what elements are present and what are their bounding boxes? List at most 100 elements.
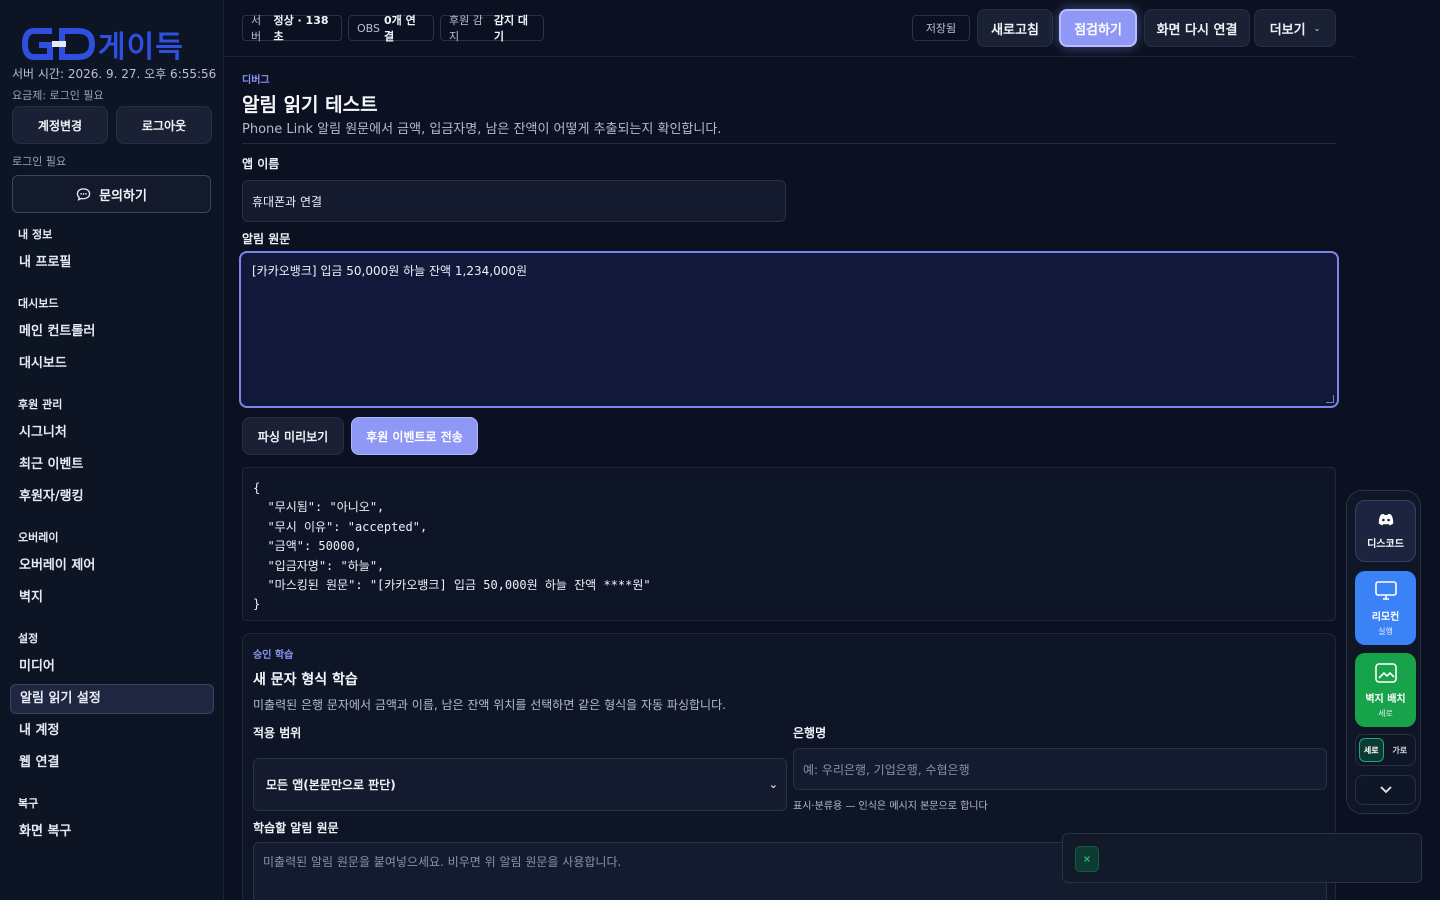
raw-learn-placeholder: 미출력된 알림 원문을 붙여넣으세요. 비우면 위 알림 원문을 사용합니다. xyxy=(263,855,622,869)
inspect-button[interactable]: 점검하기 xyxy=(1059,9,1137,47)
sidebar-item[interactable]: 대시보드 xyxy=(10,349,214,379)
divider xyxy=(242,143,1336,144)
quick-dock: 디스코드 리모컨 실행 벽지 배치 세로 세로 가로 xyxy=(1346,490,1421,814)
app-name-input[interactable]: 휴대폰과 연결 xyxy=(242,180,786,222)
send-donation-event-button[interactable]: 후원 이벤트로 전송 xyxy=(351,417,478,455)
dock-collapse-button[interactable] xyxy=(1355,775,1416,805)
sidebar-item[interactable]: 메인 컨트롤러 xyxy=(10,317,214,347)
parse-result-json: { "무시됨": "아니오", "무시 이유": "accepted", "금액… xyxy=(242,467,1336,621)
sidebar-item[interactable]: 후원자/랭킹 xyxy=(10,482,214,512)
obs-status-value: 0개 연결 xyxy=(384,14,416,43)
discord-button[interactable]: 디스코드 xyxy=(1355,500,1416,562)
sidebar: 게이득 서버 시간: 2026. 9. 27. 오후 6:55:56 요금제: … xyxy=(0,0,224,900)
resize-handle-icon[interactable] xyxy=(1326,395,1334,403)
donation-status-value: 감지 대기 xyxy=(493,14,529,43)
account-actions: 계정변경 로그아웃 xyxy=(12,106,212,144)
monitor-icon xyxy=(1374,580,1397,600)
refresh-button[interactable]: 새로고침 xyxy=(977,9,1053,47)
nav-section-title: 오버레이 xyxy=(18,531,59,544)
wallpaper-layout-label: 벽지 배치 xyxy=(1365,693,1406,705)
sidebar-nav: 내 정보 내 프로필 대시보드 메인 컨트롤러 대시보드 후원 관리 시그니처 최근 이벤트 후… xyxy=(0,220,224,858)
chat-bubble-icon xyxy=(76,187,91,201)
orientation-toggle: 세로 가로 xyxy=(1355,734,1416,766)
nav-section-title: 후원 관리 xyxy=(18,398,63,411)
discord-label: 디스코드 xyxy=(1367,538,1404,550)
scope-select[interactable]: 모든 앱(본문만으로 판단) ⌄ xyxy=(253,758,787,811)
sidebar-item[interactable]: 오버레이 제어 xyxy=(10,551,214,581)
reconnect-screen-button[interactable]: 화면 다시 연결 xyxy=(1144,9,1250,47)
toast-close-button[interactable]: × xyxy=(1075,846,1099,872)
server-time: 서버 시간: 2026. 9. 27. 오후 6:55:56 xyxy=(12,67,217,81)
server-status-value: 정상 · 138초 xyxy=(273,14,329,43)
logo-mark-icon xyxy=(22,28,96,60)
more-menu-button[interactable]: 더보기 ⌄ xyxy=(1254,9,1336,47)
sidebar-item[interactable]: 알림 읽기 설정 xyxy=(10,684,214,714)
sidebar-item[interactable]: 화면 복구 xyxy=(10,817,214,847)
remote-sub-label: 실행 xyxy=(1378,626,1393,636)
page-description: Phone Link 알림 원문에서 금액, 입금자명, 남은 잔액이 어떻게 … xyxy=(242,122,722,137)
obs-status: OBS 0개 연결 xyxy=(348,14,434,43)
sidebar-item[interactable]: 내 계정 xyxy=(10,716,214,746)
section-eyebrow: 디버그 xyxy=(242,75,270,86)
login-needed-text: 로그인 필요 xyxy=(12,155,67,168)
donation-status: 후원 감지 감지 대기 xyxy=(440,14,544,43)
donation-status-label: 후원 감지 xyxy=(449,14,483,43)
inquiry-button[interactable]: 문의하기 xyxy=(12,175,211,213)
toast-notification: × xyxy=(1062,833,1422,883)
sidebar-item[interactable]: 미디어 xyxy=(10,652,214,682)
bank-name-hint: 표시·분류용 — 인식은 메시지 본문으로 합니다 xyxy=(793,801,988,812)
chevron-down-icon: ⌄ xyxy=(1313,23,1321,33)
plan-status: 요금제: 로그인 필요 xyxy=(12,89,104,102)
saved-indicator: 저장됨 xyxy=(912,15,970,41)
sidebar-item[interactable]: 웹 연결 xyxy=(10,748,214,778)
nav-section-title: 내 정보 xyxy=(18,228,53,241)
bank-name-label: 은행명 xyxy=(793,726,827,740)
raw-notification-text: [카카오뱅크] 입금 50,000원 하늘 잔액 1,234,000원 xyxy=(252,264,528,278)
raw-learn-label: 학습할 알림 원문 xyxy=(253,821,339,835)
page-title: 알림 읽기 테스트 xyxy=(242,94,378,116)
nav-section-title: 대시보드 xyxy=(18,297,59,310)
logout-button[interactable]: 로그아웃 xyxy=(116,106,212,144)
bank-name-input[interactable]: 예: 우리은행, 기업은행, 수협은행 xyxy=(793,748,1327,790)
learn-description: 미출력된 은행 문자에서 금액과 이름, 남은 잔액 위치를 선택하면 같은 형… xyxy=(253,698,726,712)
sidebar-item[interactable]: 최근 이벤트 xyxy=(10,450,214,480)
select-chevron-icon: ⌄ xyxy=(768,777,778,791)
discord-icon xyxy=(1378,513,1393,525)
learn-eyebrow: 승인 학습 xyxy=(253,650,294,661)
wallpaper-layout-button[interactable]: 벽지 배치 세로 xyxy=(1355,653,1416,727)
bank-name-placeholder: 예: 우리은행, 기업은행, 수협은행 xyxy=(803,762,970,777)
remote-button[interactable]: 리모컨 실행 xyxy=(1355,571,1416,645)
sidebar-item[interactable]: 내 프로필 xyxy=(10,248,214,278)
scope-selected-value: 모든 앱(본문만으로 판단) xyxy=(266,778,396,792)
image-icon xyxy=(1374,662,1397,683)
horizontal-toggle[interactable]: 가로 xyxy=(1388,738,1412,762)
change-account-button[interactable]: 계정변경 xyxy=(12,106,108,144)
learn-title: 새 문자 형식 학습 xyxy=(253,672,358,688)
inquiry-label: 문의하기 xyxy=(99,188,147,204)
parse-preview-button[interactable]: 파싱 미리보기 xyxy=(242,417,344,455)
vertical-toggle[interactable]: 세로 xyxy=(1359,738,1384,762)
chevron-down-icon xyxy=(1379,786,1392,794)
raw-notification-textarea[interactable]: [카카오뱅크] 입금 50,000원 하늘 잔액 1,234,000원 xyxy=(239,251,1339,408)
server-status-label: 서버 xyxy=(251,14,262,43)
top-bar: 서버 정상 · 138초 OBS 0개 연결 후원 감지 감지 대기 저장됨 새… xyxy=(224,0,1354,57)
server-status: 서버 정상 · 138초 xyxy=(242,14,342,43)
brand-name: 게이득 xyxy=(98,30,184,65)
brand-logo[interactable]: 게이득 xyxy=(22,24,184,65)
sidebar-item[interactable]: 벽지 xyxy=(10,583,214,613)
app-name-label: 앱 이름 xyxy=(242,157,280,171)
nav-section-title: 설정 xyxy=(18,632,39,645)
scope-label: 적용 범위 xyxy=(253,726,302,740)
sidebar-item[interactable]: 시그니처 xyxy=(10,418,214,448)
wallpaper-layout-sub-label: 세로 xyxy=(1378,708,1393,718)
remote-label: 리모컨 xyxy=(1371,611,1400,623)
more-label: 더보기 xyxy=(1269,22,1306,38)
raw-notification-label: 알림 원문 xyxy=(242,232,291,246)
obs-status-label: OBS xyxy=(357,21,380,35)
